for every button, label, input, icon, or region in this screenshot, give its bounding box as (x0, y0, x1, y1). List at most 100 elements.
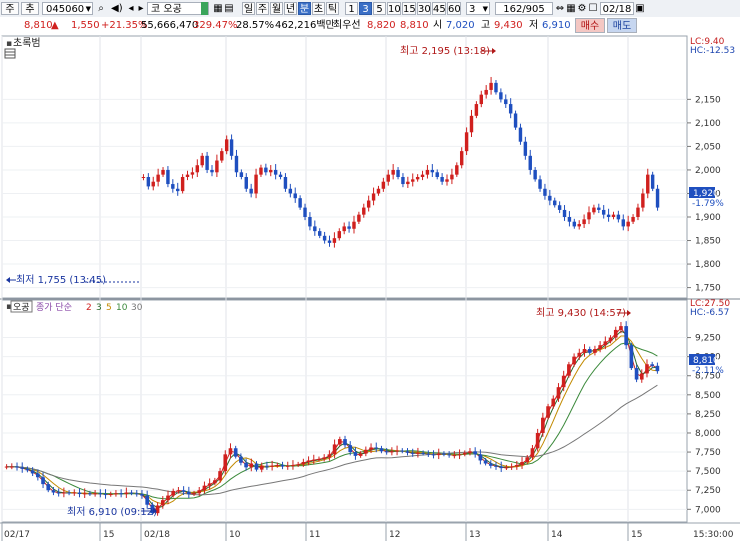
mode-select-1[interactable]: 주 (1, 2, 19, 15)
period-day[interactable]: 일 (242, 2, 255, 15)
candle-body (391, 169, 395, 175)
interval-1[interactable]: 1 (345, 2, 358, 15)
candle-body (180, 177, 185, 192)
candle-body (25, 468, 30, 471)
candle-body (303, 207, 307, 217)
candle-body (587, 349, 592, 353)
candle-body (185, 174, 190, 177)
price-chart[interactable]: ▪ 초록범 1,7501,8001,8501,9001,9502,0002,05… (0, 35, 740, 543)
candle-body (455, 165, 459, 175)
candle-body (411, 179, 415, 182)
settings-icon[interactable]: ⚙ (577, 2, 587, 15)
period-year[interactable]: 년 (284, 2, 297, 15)
interval-1-label: 1 (348, 4, 355, 15)
upper-legend: 초록범 (13, 37, 41, 49)
candle-body (273, 169, 278, 175)
lower-price-value: 8,810 (693, 356, 719, 366)
candle-body (636, 207, 640, 217)
candle-body (572, 221, 577, 227)
flag-icon (201, 2, 208, 15)
candle-body (4, 466, 9, 468)
table-icon[interactable] (4, 48, 16, 59)
candle-body (249, 188, 253, 194)
change-arrow-icon: ▲ (51, 20, 59, 31)
interval-45[interactable]: 45 (432, 2, 446, 15)
upper-high-annotation: 최고 2,195 (13:18) (400, 45, 490, 57)
stock-name-field[interactable]: 코 오공 (147, 2, 209, 15)
stock-name-value: 코 오공 (151, 4, 182, 15)
candle-body (337, 231, 342, 239)
lower-legend-name: 오공 (13, 302, 30, 313)
candle-body (462, 452, 467, 455)
candle-body (489, 82, 493, 90)
current-price: 8,810 (24, 20, 53, 31)
interval-input[interactable]: 3 ▼ (466, 2, 490, 15)
quote-info-bar: 8,810 ▲ 1,550 +21.35% 55,666,470 329.47%… (0, 17, 740, 36)
y-tick-label: 7,000 (695, 505, 721, 515)
arrow-left-icon[interactable]: ◂ (126, 2, 136, 15)
candle-body (322, 457, 327, 459)
candle-body (215, 160, 219, 173)
x-axis-time: 15:30:00 (693, 530, 734, 540)
ma-legend-title: 종가 단순 (36, 302, 72, 313)
candle-body (275, 465, 280, 467)
mode-select-2[interactable]: 추 (21, 2, 39, 15)
candle-body (9, 466, 14, 468)
candle-body (161, 169, 165, 175)
sell-button[interactable]: 매도 (607, 18, 637, 33)
grid-view-icon[interactable]: ▦ (566, 2, 576, 15)
candle-body (166, 169, 170, 185)
count-field[interactable]: 162/905 (495, 2, 553, 15)
candle-body (358, 453, 363, 456)
interval-15[interactable]: 15 (402, 2, 416, 15)
candle-body (72, 492, 77, 494)
interval-30[interactable]: 30 (417, 2, 431, 15)
ma-legend-10: 10 (116, 303, 128, 313)
volume-ratio-1: 329.47% (193, 20, 238, 31)
count-total: /905 (522, 4, 545, 15)
period-second[interactable]: 초 (312, 2, 325, 15)
candle-body (357, 214, 361, 222)
interval-5[interactable]: 5 (373, 2, 386, 15)
period-month[interactable]: 월 (270, 2, 283, 15)
search-icon[interactable]: ⌕ (95, 2, 107, 15)
grid-icon[interactable]: ▦ (213, 2, 223, 15)
upper-hc-label: HC:-12.53 (690, 46, 735, 56)
candle-body (645, 364, 649, 374)
interval-15-label: 15 (403, 4, 416, 15)
chart-icon[interactable]: ▤ (224, 2, 234, 15)
candle-body (567, 364, 571, 376)
candle-body (337, 439, 342, 445)
candle-body (239, 172, 244, 177)
candle-body (551, 398, 556, 407)
period-tick[interactable]: 틱 (326, 2, 339, 15)
open-price: 7,020 (446, 20, 475, 31)
speaker-icon[interactable]: ◀) (111, 2, 123, 15)
period-minute[interactable]: 분 (298, 2, 311, 15)
calendar-icon[interactable]: ▣ (635, 2, 645, 15)
interval-60[interactable]: 60 (447, 2, 461, 15)
period-week[interactable]: 주 (256, 2, 269, 15)
candle-body (538, 179, 542, 189)
candle-body (366, 200, 371, 208)
candle-body (145, 495, 149, 505)
arrow-right-icon[interactable]: ▸ (136, 2, 146, 15)
date-checkbox[interactable]: ☐ (588, 2, 598, 15)
candle-body (15, 466, 19, 468)
candle-body (376, 188, 381, 194)
candle-body (447, 454, 451, 456)
candle-body (488, 463, 493, 466)
buy-button[interactable]: 매수 (575, 18, 605, 33)
candle-body (228, 448, 233, 455)
expand-icon[interactable]: ⇔ (555, 2, 565, 15)
interval-10[interactable]: 10 (387, 2, 401, 15)
x-tick-label: 02/17 (4, 530, 30, 540)
y-tick-label: 1,750 (695, 284, 721, 294)
candle-body (327, 454, 332, 458)
date-field[interactable]: 02/18 (600, 2, 634, 15)
stock-code-input[interactable]: 045060 ▼ (42, 2, 93, 15)
candle-body (650, 174, 655, 189)
interval-3[interactable]: 3 (359, 2, 372, 15)
candle-body (530, 448, 535, 458)
candle-body (416, 452, 420, 454)
